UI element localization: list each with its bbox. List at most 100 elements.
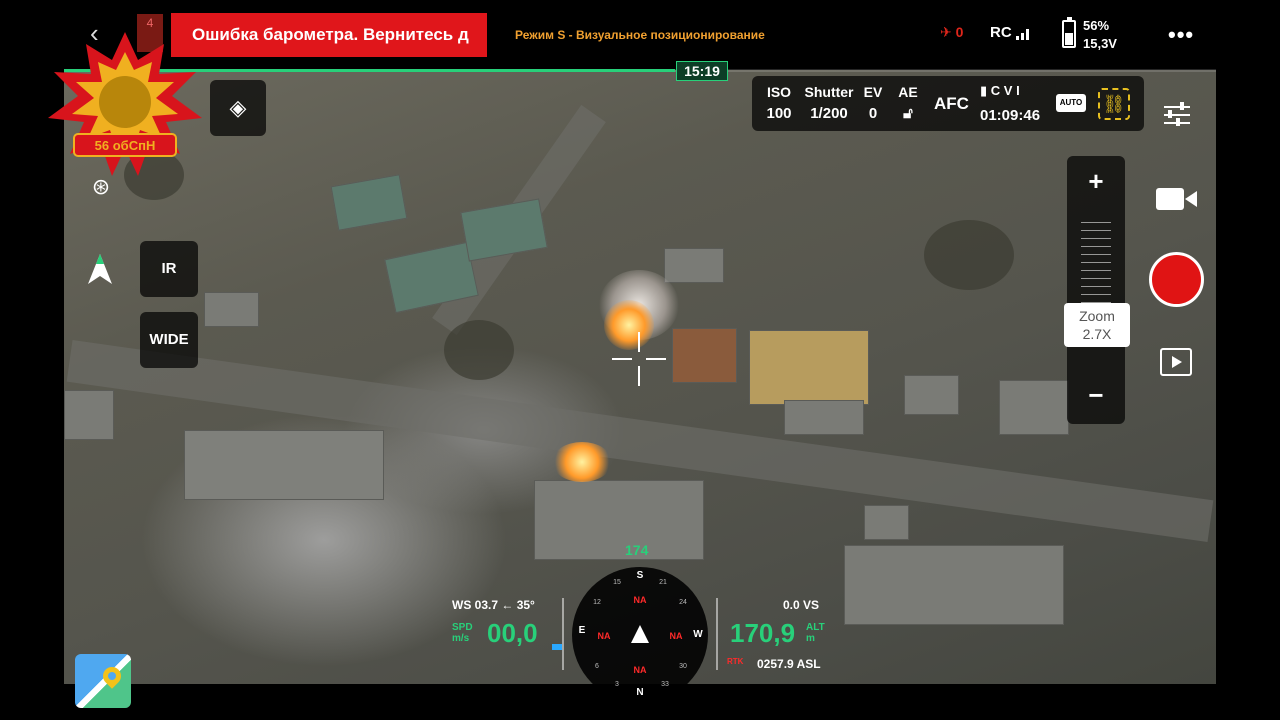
zoom-slider[interactable]: + − (1067, 156, 1125, 424)
battery-voltage: 15,3V (1083, 36, 1117, 51)
speed-marker (552, 644, 562, 650)
map-button[interactable] (75, 654, 131, 708)
flight-time: 15:19 (676, 61, 728, 81)
speed-units: SPD m/s (452, 622, 473, 644)
altitude: 170,9 (730, 618, 796, 648)
house (672, 328, 737, 383)
ev-setting[interactable]: EV 0 (862, 84, 884, 122)
house (204, 292, 259, 327)
zoom-label: Zoom (1079, 308, 1115, 324)
iso-value: 100 (766, 105, 792, 122)
ev-label: EV (863, 84, 883, 100)
house (184, 430, 384, 500)
lock-icon: 🔓︎ (903, 105, 913, 122)
center-crosshair (612, 332, 666, 386)
shutter-label: Shutter (804, 84, 854, 100)
alt-unit: m (806, 633, 815, 644)
barometer-error-banner[interactable]: Ошибка барометра. Вернитесь д (171, 13, 487, 57)
house (864, 505, 909, 540)
battery-icon[interactable] (1062, 17, 1076, 48)
iso-setting[interactable]: ISO 100 (766, 84, 792, 122)
compass-na-right: NA (669, 631, 683, 641)
zoom-value: 2.7X (1082, 326, 1112, 342)
camera-settings-panel[interactable]: ISO 100 Shutter 1/200 EV 0 AE 🔓︎ AFC ▮ C… (752, 76, 1144, 131)
vertical-speed: 0.0 VS (783, 598, 820, 612)
shutter-value: 1/200 (810, 105, 848, 122)
house (999, 380, 1069, 435)
warning-count: 0 (955, 24, 964, 40)
altitude-scale (716, 598, 722, 670)
compass-west: W (693, 629, 703, 640)
house (330, 174, 408, 231)
storage-indicator: ▮ C V I (980, 83, 1020, 99)
spd-label: SPD (452, 622, 473, 633)
damaged-house (749, 330, 869, 405)
flight-progress-bar (64, 69, 1216, 72)
compass-tick: 15 (613, 579, 621, 586)
compass-tick: 3 (615, 681, 619, 688)
flight-mode-text[interactable]: Режим S - Визуальное позиционирование (515, 28, 765, 42)
drop-icon: ◈ (229, 95, 247, 120)
ae-label: AE (898, 84, 918, 100)
rc-signal-icon (1012, 28, 1030, 40)
link-icon[interactable]: ⛓ (1098, 88, 1130, 120)
iso-label: ISO (766, 84, 792, 100)
video-camera-icon[interactable] (1156, 186, 1198, 212)
compass-east: E (578, 625, 586, 636)
settings-sliders-button[interactable] (1162, 100, 1192, 130)
tree (444, 320, 514, 380)
sd-card-icon: ▮ (980, 83, 988, 98)
compass-tick: 24 (679, 599, 687, 606)
storage-label: C V I (990, 83, 1020, 98)
zoom-out-button[interactable]: − (1067, 380, 1125, 411)
gps-signal-icon[interactable]: ⊛ (84, 170, 118, 204)
house (460, 198, 548, 262)
zoom-level-indicator: Zoom 2.7X (1064, 303, 1130, 347)
compass-south: S (636, 570, 644, 581)
compass-attitude-indicator[interactable]: S N E W NA NA NA NA 15 12 21 24 30 33 3 … (572, 567, 708, 703)
battery-percent: 56% (1083, 18, 1110, 33)
asl-altitude: 0257.9 ASL (757, 657, 821, 671)
burning-roof (552, 442, 612, 482)
wide-mode-button[interactable]: WIDE (140, 312, 198, 368)
auto-mode-button[interactable]: AUTO (1056, 94, 1086, 112)
house (904, 375, 959, 415)
compass-tick: 6 (595, 663, 599, 670)
more-menu-button[interactable]: ••• (1168, 22, 1194, 48)
focus-mode[interactable]: AFC (934, 94, 969, 114)
compass-tick: 21 (659, 579, 667, 586)
aircraft-icon (631, 625, 649, 643)
compass-north: N (636, 687, 644, 698)
horizontal-speed: 00,0 (487, 618, 538, 648)
home-direction-icon (88, 254, 112, 284)
wind-speed: WS 03.7 ← 35° (452, 598, 535, 612)
spd-unit: m/s (452, 633, 470, 644)
ae-lock-setting[interactable]: AE 🔓︎ (896, 84, 920, 122)
house (534, 480, 704, 560)
house (844, 545, 1064, 625)
compass-tick: 12 (593, 599, 601, 606)
map-pin-icon (99, 663, 125, 689)
compass-na-left: NA (597, 631, 611, 641)
map-view-toggle-button[interactable]: ◈ (210, 80, 266, 136)
unit-emblem-logo: 56 обСпН (48, 32, 202, 176)
house (664, 248, 724, 283)
tree (924, 220, 1014, 290)
ir-mode-button[interactable]: IR (140, 241, 198, 297)
warning-icon: ✈ (940, 24, 952, 40)
rtk-label: RTK (727, 657, 744, 666)
rc-label[interactable]: RC (990, 24, 1012, 41)
record-button[interactable] (1149, 252, 1204, 307)
shutter-setting[interactable]: Shutter 1/200 (804, 84, 854, 122)
compass-tick: 30 (679, 663, 687, 670)
remaining-record-time: 01:09:46 (980, 107, 1041, 124)
compass-na-top: NA (633, 595, 647, 605)
heading-value: 174 (625, 542, 649, 558)
alt-label: ALT (806, 622, 825, 633)
zoom-in-button[interactable]: + (1067, 166, 1125, 197)
compass-na-bottom: NA (633, 665, 647, 675)
altitude-units: ALT m (806, 622, 825, 644)
svg-text:56 обСпН: 56 обСпН (95, 138, 156, 153)
obstacle-warning[interactable]: ✈ 0 (940, 24, 963, 41)
playback-button[interactable] (1160, 348, 1192, 376)
